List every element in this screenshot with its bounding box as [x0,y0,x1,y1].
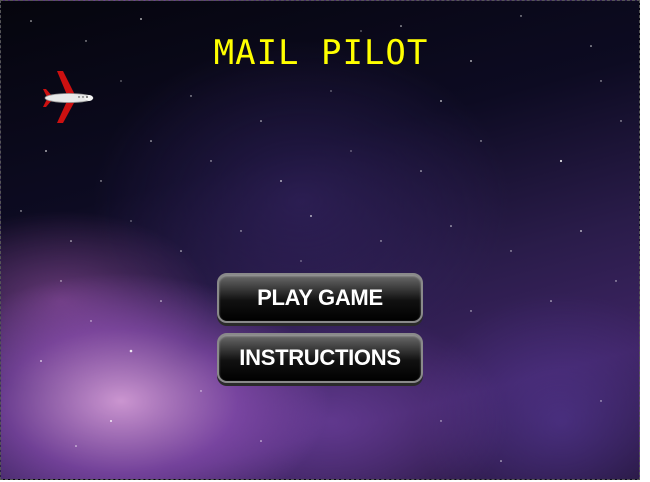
play-game-button[interactable]: PLAY GAME [217,273,423,323]
instructions-button[interactable]: INSTRUCTIONS [217,333,423,383]
game-canvas: MAIL PILOT PLAY GAME INSTRUCTIONS [0,0,640,480]
airplane-icon [43,71,94,123]
